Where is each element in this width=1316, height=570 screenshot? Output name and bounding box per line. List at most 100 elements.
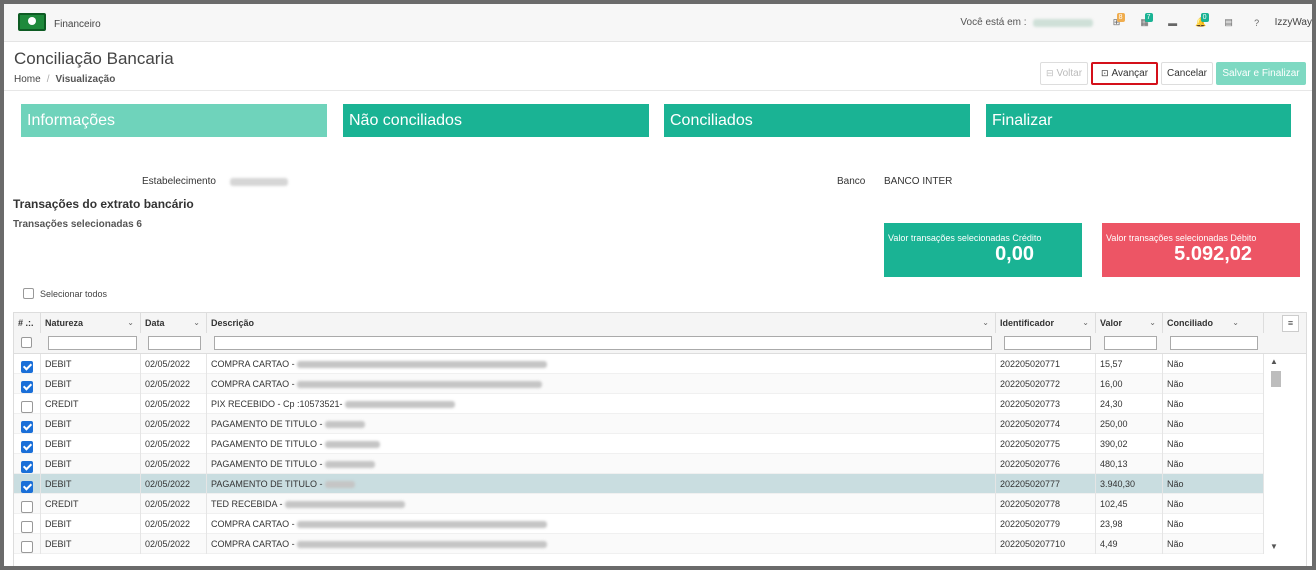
header-conciliado[interactable]: Conciliado ⌄ — [1163, 313, 1264, 333]
cell-identificador: 202205020777 — [996, 474, 1096, 494]
table-row[interactable]: DEBIT 02/05/2022 PAGAMENTO DE TITULO - 2022… — [14, 414, 1264, 434]
scroll-thumb[interactable] — [1271, 371, 1281, 387]
header-descricao[interactable]: Descrição ⌄ — [207, 313, 996, 333]
cell-valor: 4,49 — [1096, 534, 1163, 554]
table-row[interactable]: DEBIT 02/05/2022 COMPRA CARTAO - 2022050207… — [14, 354, 1264, 374]
cell-valor: 390,02 — [1096, 434, 1163, 454]
cell-conciliado-text: Não — [1167, 439, 1184, 449]
row-checkbox[interactable] — [21, 440, 33, 453]
cell-natureza-text: CREDIT — [45, 399, 79, 409]
table-row[interactable]: DEBIT 02/05/2022 PAGAMENTO DE TITULO - 2022… — [14, 434, 1264, 454]
table-row[interactable]: DEBIT 02/05/2022 PAGAMENTO DE TITULO - 2022… — [14, 454, 1264, 474]
brand[interactable]: Financeiro — [18, 13, 101, 31]
cell-data-text: 02/05/2022 — [145, 539, 191, 549]
breadcrumb-separator: / — [46, 74, 50, 85]
grid-menu-icon[interactable]: ≡ — [1282, 315, 1299, 332]
scroll-up-icon[interactable]: ▲ — [1270, 357, 1278, 366]
cell-valor-text: 480,13 — [1100, 459, 1128, 469]
row-checkbox[interactable] — [21, 460, 33, 473]
money-icon — [18, 13, 46, 31]
cell-conciliado-text: Não — [1167, 359, 1184, 369]
cell-valor: 16,00 — [1096, 374, 1163, 394]
chevron-down-icon: ⌄ — [193, 318, 200, 327]
filter-valor-input[interactable] — [1104, 336, 1157, 350]
cell-descricao-text: PIX RECEBIDO - Cp :10573521- — [211, 399, 343, 409]
card-icon[interactable]: ▬ — [1159, 13, 1187, 33]
notification-badge: 7 — [1144, 12, 1153, 22]
bell-icon[interactable]: 🔔 0 — [1187, 12, 1215, 33]
vertical-scrollbar[interactable]: ▲ ▼ — [1268, 355, 1282, 551]
user-name[interactable]: IzzyWay — [1275, 17, 1312, 28]
filter-data-input[interactable] — [148, 336, 201, 350]
table-row[interactable]: DEBIT 02/05/2022 COMPRA CARTAO - 2022050207… — [14, 514, 1264, 534]
help-icon[interactable]: ? — [1243, 13, 1271, 33]
filter-select-checkbox[interactable] — [21, 337, 32, 348]
cell-descricao: PAGAMENTO DE TITULO - — [207, 454, 996, 474]
row-select-cell — [14, 394, 41, 414]
table-row[interactable]: CREDIT 02/05/2022 TED RECEBIDA - 2022050207… — [14, 494, 1264, 514]
filter-natureza-input[interactable] — [48, 336, 137, 350]
filter-conciliado-input[interactable] — [1170, 336, 1258, 350]
header-num[interactable]: # .:. — [14, 313, 41, 333]
row-checkbox[interactable] — [21, 500, 33, 513]
step-finalizar[interactable]: Finalizar — [986, 104, 1291, 137]
cell-data: 02/05/2022 — [141, 494, 207, 514]
cell-identificador-text: 202205020771 — [1000, 359, 1061, 369]
row-checkbox[interactable] — [21, 520, 33, 533]
row-checkbox[interactable] — [21, 480, 33, 493]
cancelar-button[interactable]: Cancelar — [1161, 62, 1213, 85]
row-checkbox[interactable] — [21, 360, 33, 373]
select-all-checkbox[interactable] — [23, 288, 34, 299]
row-checkbox[interactable] — [21, 400, 33, 413]
select-all[interactable]: Selecionar todos — [23, 288, 107, 299]
table-row[interactable]: DEBIT 02/05/2022 COMPRA CARTAO - 2022050207… — [14, 374, 1264, 394]
redacted-text — [296, 381, 542, 389]
row-checkbox[interactable] — [21, 540, 33, 553]
voltar-button[interactable]: ⊟ Voltar — [1040, 62, 1088, 85]
cell-conciliado-text: Não — [1167, 499, 1184, 509]
table-row[interactable]: DEBIT 02/05/2022 COMPRA CARTAO - 2022050207… — [14, 534, 1264, 554]
header-valor[interactable]: Valor ⌄ — [1096, 313, 1163, 333]
cell-data-text: 02/05/2022 — [145, 519, 191, 529]
cell-natureza: DEBIT — [41, 534, 141, 554]
cell-identificador: 2022050207710 — [996, 534, 1096, 554]
cell-identificador-text: 202205020773 — [1000, 399, 1061, 409]
header-identificador[interactable]: Identificador ⌄ — [996, 313, 1096, 333]
filter-descricao-input[interactable] — [214, 336, 992, 350]
row-checkbox[interactable] — [21, 420, 33, 433]
brand-label: Financeiro — [54, 18, 101, 30]
cell-natureza: DEBIT — [41, 354, 141, 374]
cell-descricao: COMPRA CARTAO - — [207, 354, 996, 374]
location-redacted — [1032, 18, 1093, 27]
table-row[interactable]: DEBIT 02/05/2022 PAGAMENTO DE TITULO - 2022… — [14, 474, 1264, 494]
table-row[interactable]: CREDIT 02/05/2022 PIX RECEBIDO - Cp :10573… — [14, 394, 1264, 414]
cell-data: 02/05/2022 — [141, 514, 207, 534]
grid-icon[interactable]: ▦ 7 — [1131, 12, 1159, 33]
cell-valor-text: 250,00 — [1100, 419, 1128, 429]
scroll-down-icon[interactable]: ▼ — [1270, 542, 1278, 551]
cell-data-text: 02/05/2022 — [145, 439, 191, 449]
cell-data-text: 02/05/2022 — [145, 499, 191, 509]
cell-natureza-text: DEBIT — [45, 459, 72, 469]
notification-badge: 8 — [1116, 12, 1125, 22]
avancar-button[interactable]: ⊡ Avançar — [1091, 62, 1158, 85]
step-informacoes[interactable]: Informações — [21, 104, 327, 137]
header-natureza[interactable]: Natureza ⌄ — [41, 313, 141, 333]
filter-identificador-input[interactable] — [1004, 336, 1091, 350]
cell-conciliado-text: Não — [1167, 379, 1184, 389]
cell-descricao-text: TED RECEBIDA - — [211, 499, 283, 509]
calendar-icon[interactable]: ▤ — [1215, 13, 1243, 33]
cell-identificador: 202205020774 — [996, 414, 1096, 434]
cell-conciliado-text: Não — [1167, 479, 1184, 489]
step-nao-conciliados[interactable]: Não conciliados — [343, 104, 649, 137]
row-checkbox[interactable] — [21, 380, 33, 393]
cell-valor-text: 23,98 — [1100, 519, 1123, 529]
salvar-finalizar-button[interactable]: Salvar e Finalizar — [1216, 62, 1306, 85]
select-all-label: Selecionar todos — [40, 288, 108, 299]
breadcrumb-home[interactable]: Home — [14, 74, 41, 85]
step-conciliados[interactable]: Conciliados — [664, 104, 970, 137]
sitemap-icon[interactable]: ⊞ 8 — [1103, 12, 1131, 33]
redacted-text — [324, 481, 355, 489]
header-data[interactable]: Data ⌄ — [141, 313, 207, 333]
redacted-text — [324, 461, 375, 469]
